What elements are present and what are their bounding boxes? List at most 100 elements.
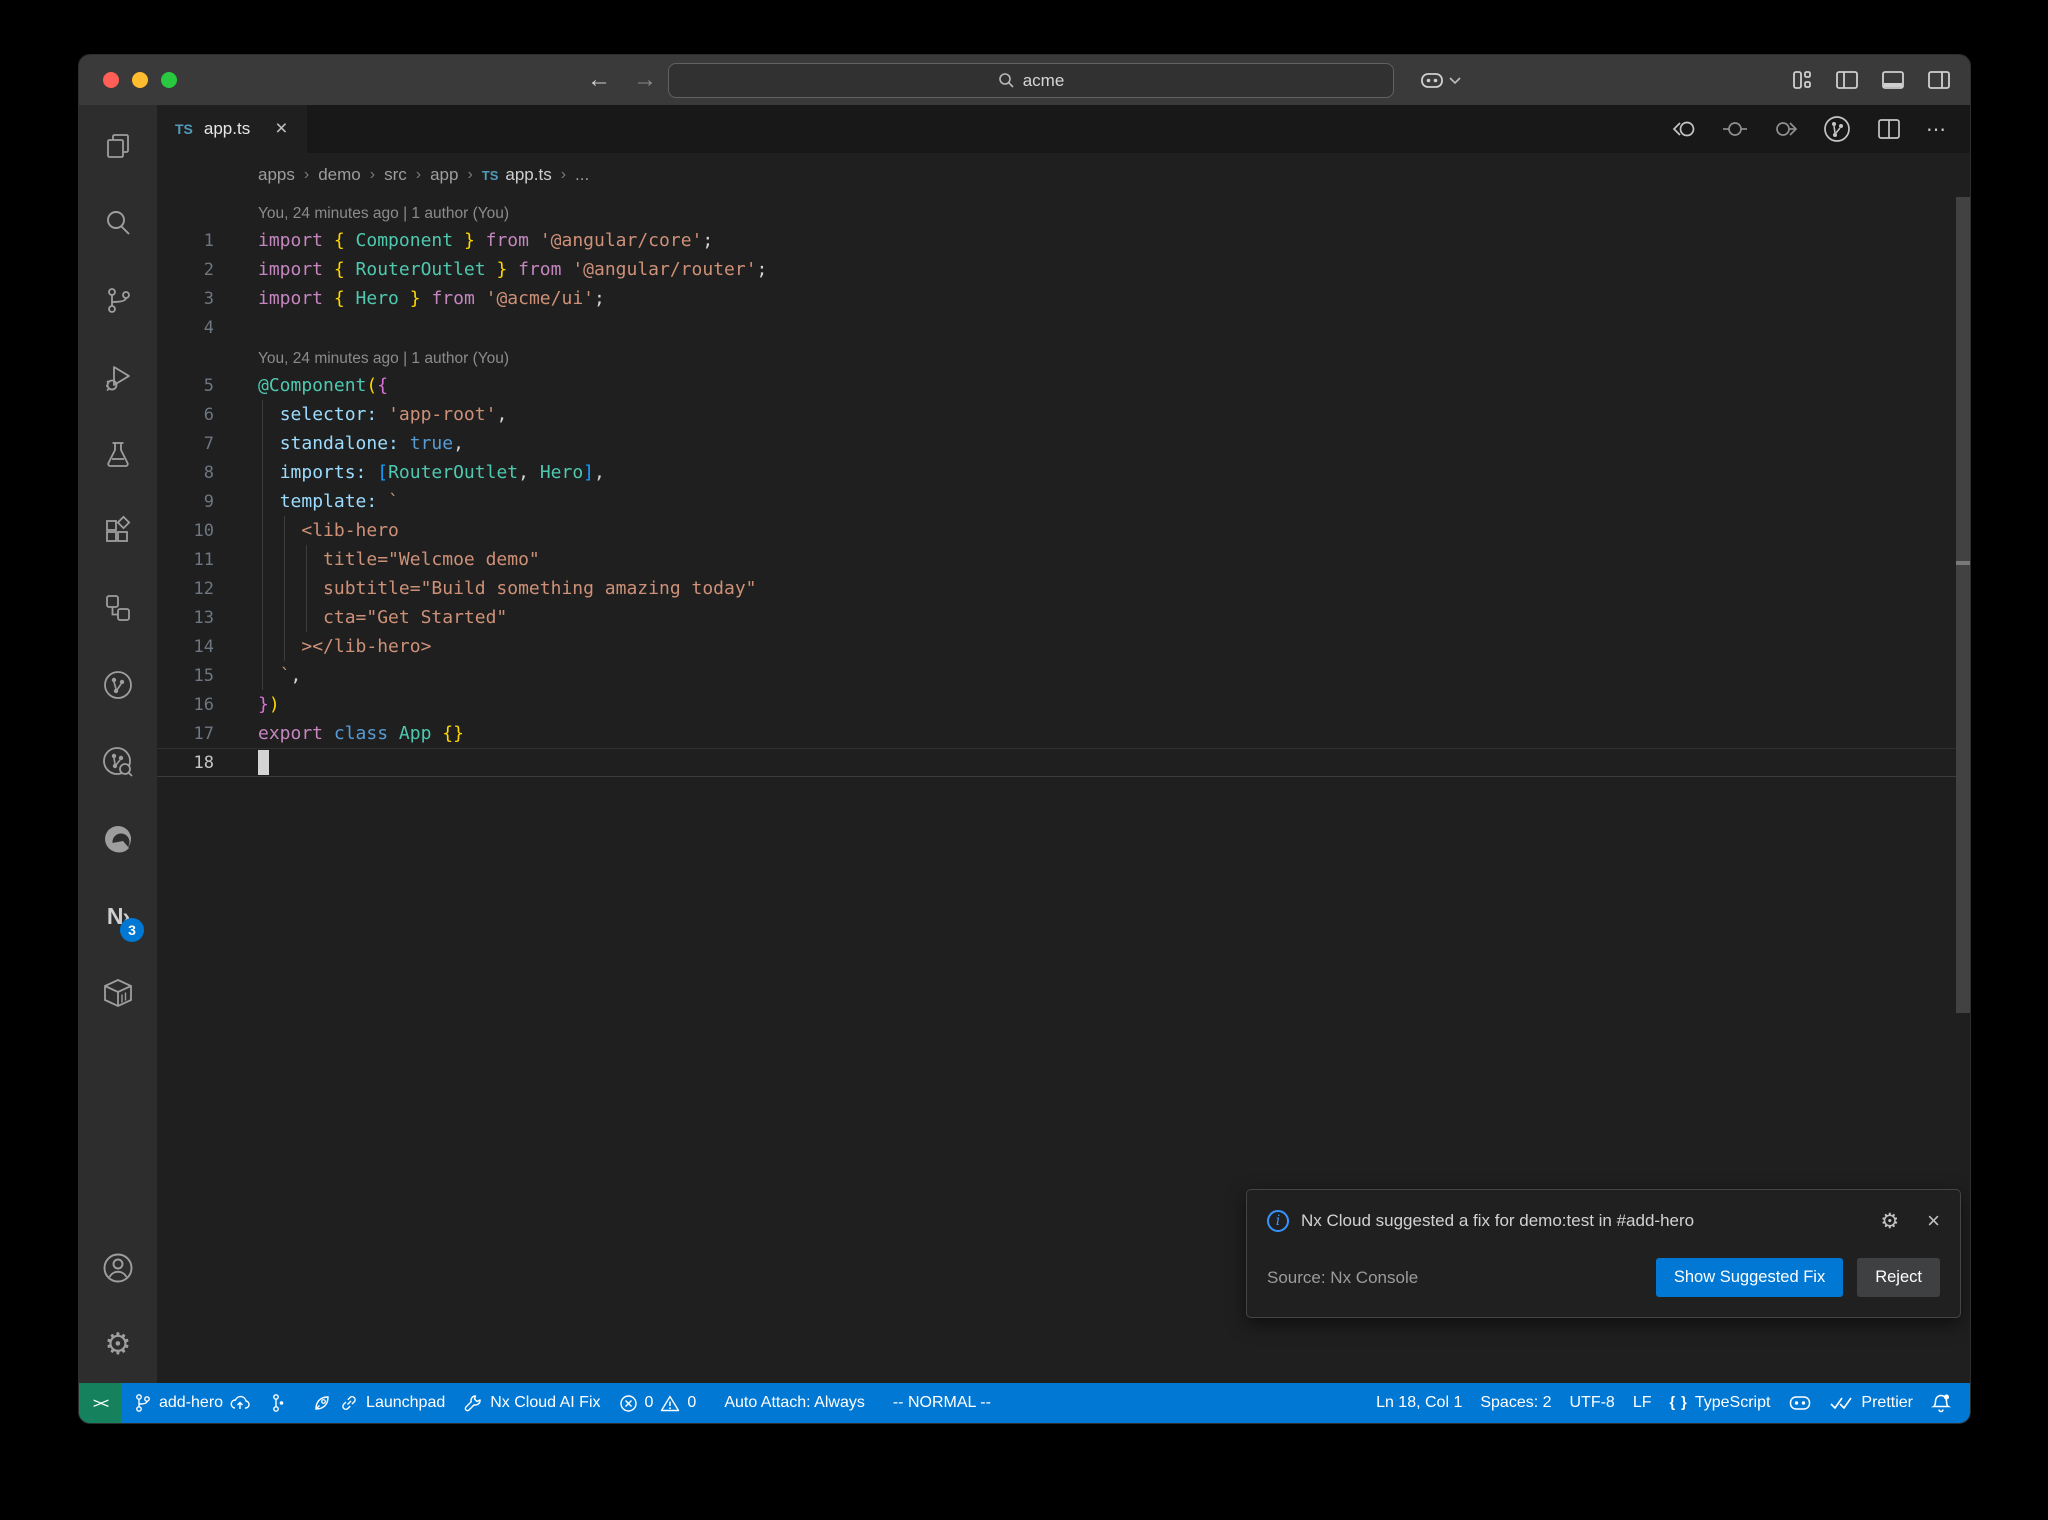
code-line[interactable]: 15 `, — [157, 661, 1970, 690]
previous-change-icon[interactable] — [1722, 118, 1748, 140]
hierarchy-view-icon[interactable] — [96, 586, 140, 630]
code-line[interactable]: 4 — [157, 313, 1970, 342]
encoding-item[interactable]: UTF-8 — [1561, 1383, 1624, 1423]
open-changes-icon[interactable] — [1672, 118, 1698, 140]
git-blame-annotation: You, 24 minutes ago | 1 author (You) — [258, 350, 510, 367]
line-number: 2 — [203, 259, 214, 280]
nx-console-icon[interactable]: N› 3 — [96, 894, 144, 942]
code-line[interactable]: 5 @Component({ — [157, 371, 1970, 400]
git-graph-status-item[interactable] — [259, 1383, 293, 1423]
code-line[interactable]: 16}) — [157, 690, 1970, 719]
prettier-item[interactable]: Prettier — [1821, 1383, 1922, 1423]
edge-tools-icon[interactable] — [96, 817, 140, 861]
run-debug-icon[interactable] — [96, 355, 140, 399]
containers-icon[interactable] — [96, 971, 140, 1015]
line-content: template: ` — [279, 491, 399, 512]
double-check-icon — [1830, 1397, 1853, 1410]
eol-item[interactable]: LF — [1624, 1383, 1661, 1423]
source-control-graph-icon[interactable] — [1822, 114, 1852, 144]
code-line[interactable]: 2 import { RouterOutlet } from '@angular/… — [157, 255, 1970, 284]
code-line[interactable]: 1 import { Component } from '@angular/cor… — [157, 226, 1970, 255]
notification-settings-icon[interactable]: ⚙ — [1880, 1209, 1899, 1233]
copilot-menu[interactable] — [1419, 55, 1461, 105]
settings-gear-icon[interactable]: ⚙ — [96, 1323, 140, 1367]
copilot-status-item[interactable] — [1779, 1383, 1821, 1423]
git-branch-item[interactable]: add-hero — [125, 1383, 259, 1423]
code-line[interactable]: 14 ></lib-hero> — [157, 632, 1970, 661]
tab-close-icon[interactable]: × — [275, 117, 287, 141]
nx-cloud-fix-item[interactable]: Nx Cloud AI Fix — [454, 1383, 609, 1423]
account-icon[interactable] — [96, 1246, 140, 1290]
code-line[interactable]: 7 standalone: true, — [157, 429, 1970, 458]
notifications-bell-icon[interactable] — [1922, 1383, 1960, 1423]
line-number: 12 — [193, 578, 214, 599]
breadcrumb-item[interactable]: apps — [258, 165, 295, 185]
next-change-icon[interactable] — [1772, 118, 1798, 140]
tab-app-ts[interactable]: TS app.ts × — [157, 105, 307, 153]
language-mode-item[interactable]: { } TypeScript — [1661, 1383, 1780, 1423]
code-line[interactable]: 8 imports: [RouterOutlet, Hero], — [157, 458, 1970, 487]
toggle-secondary-sidebar-icon[interactable] — [1926, 68, 1952, 92]
toggle-panel-icon[interactable] — [1880, 68, 1906, 92]
line-number: 6 — [203, 404, 214, 425]
customize-layout-icon[interactable] — [1790, 68, 1814, 92]
code-line[interactable]: 10 <lib-hero — [157, 516, 1970, 545]
code-line[interactable]: 11 title="Welcmoe demo" — [157, 545, 1970, 574]
link-icon — [342, 1396, 356, 1410]
breadcrumb-item[interactable]: demo — [318, 165, 361, 185]
search-icon — [998, 72, 1015, 89]
code-line[interactable]: 9 template: ` — [157, 487, 1970, 516]
line-content: standalone: true, — [279, 433, 464, 454]
extensions-icon[interactable] — [96, 509, 140, 553]
line-content: import { Hero } from '@acme/ui'; — [258, 288, 605, 309]
testing-icon[interactable] — [96, 432, 140, 476]
code-line[interactable]: 17 export class App {} — [157, 719, 1970, 748]
code-line[interactable]: 18 — [157, 748, 1970, 777]
zoom-window-button[interactable] — [161, 72, 177, 88]
indentation-item[interactable]: Spaces: 2 — [1471, 1383, 1560, 1423]
history-back-button[interactable]: ← — [587, 66, 611, 94]
history-forward-button[interactable]: → — [633, 66, 657, 94]
search-view-icon[interactable] — [96, 201, 140, 245]
launchpad-item[interactable]: Launchpad — [303, 1383, 454, 1423]
line-number: 3 — [203, 288, 214, 309]
publish-cloud-icon — [230, 1395, 250, 1409]
remote-indicator[interactable]: >< — [79, 1383, 121, 1423]
activity-bar: N› 3 ⚙ — [79, 105, 157, 1383]
show-suggested-fix-button[interactable]: Show Suggested Fix — [1655, 1258, 1844, 1297]
breadcrumb-item[interactable]: src — [384, 165, 407, 185]
more-actions-icon[interactable]: ⋯ — [1926, 117, 1948, 142]
minimize-window-button[interactable] — [132, 72, 148, 88]
code-line[interactable]: 6 selector: 'app-root', — [157, 400, 1970, 429]
toggle-primary-sidebar-icon[interactable] — [1834, 68, 1860, 92]
source-control-icon[interactable] — [96, 278, 140, 322]
breadcrumb-symbol[interactable]: ... — [575, 165, 589, 185]
breadcrumb-item[interactable]: app — [430, 165, 458, 185]
explorer-icon[interactable] — [96, 124, 140, 168]
breadcrumb-file[interactable]: app.ts — [505, 165, 551, 185]
code-line[interactable]: 12 subtitle="Build something amazing tod… — [157, 574, 1970, 603]
line-content: selector: 'app-root', — [279, 404, 508, 425]
git-search-icon[interactable] — [96, 740, 140, 784]
reject-button[interactable]: Reject — [1857, 1258, 1940, 1297]
auto-attach-item[interactable]: Auto Attach: Always — [715, 1383, 874, 1423]
warning-count: 0 — [687, 1394, 697, 1411]
vim-mode-item[interactable]: -- NORMAL -- — [884, 1383, 1000, 1423]
code-line[interactable]: 13 cta="Get Started" — [157, 603, 1970, 632]
line-number: 10 — [193, 520, 214, 541]
line-number: 5 — [203, 375, 214, 396]
notification-title: Nx Cloud suggested a fix for demo:test i… — [1301, 1211, 1695, 1230]
line-content: ></lib-hero> — [301, 636, 432, 657]
code-line[interactable]: 3 import { Hero } from '@acme/ui'; — [157, 284, 1970, 313]
cursor-position-item[interactable]: Ln 18, Col 1 — [1367, 1383, 1471, 1423]
command-center-search[interactable]: acme — [668, 63, 1394, 98]
scrollbar-thumb[interactable] — [1956, 197, 1970, 1013]
breadcrumb-separator: › — [560, 166, 567, 183]
split-editor-icon[interactable] — [1876, 117, 1902, 141]
close-window-button[interactable] — [103, 72, 119, 88]
problems-item[interactable]: 0 0 — [610, 1383, 706, 1423]
error-count: 0 — [644, 1394, 654, 1411]
notification-close-icon[interactable]: × — [1927, 1208, 1940, 1234]
line-number: 16 — [193, 694, 214, 715]
git-graph-icon[interactable] — [96, 663, 140, 707]
